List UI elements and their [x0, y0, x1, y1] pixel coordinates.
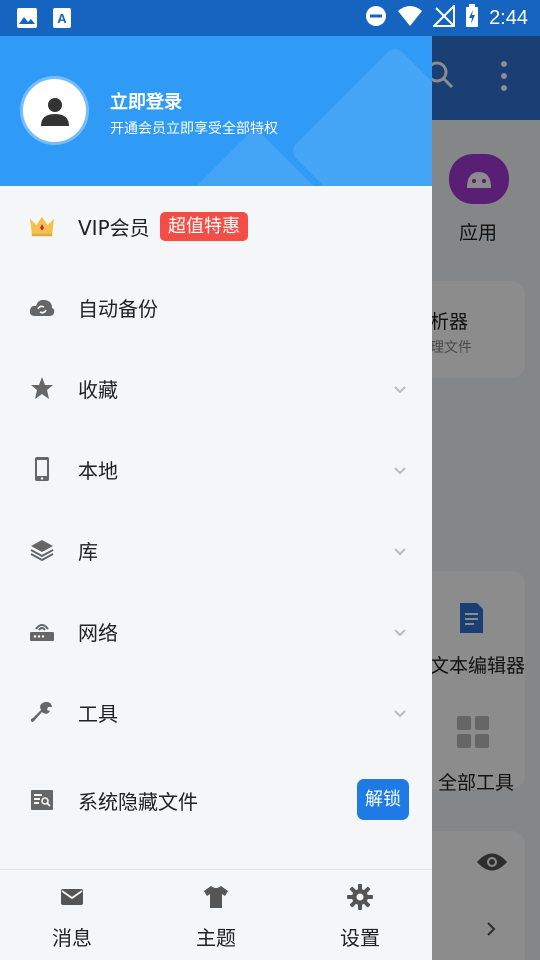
menu-item-favorites[interactable]: 收藏: [0, 348, 432, 429]
router-icon: [29, 618, 55, 644]
tab-label-themes: 主题: [196, 926, 236, 950]
avatar[interactable]: [23, 79, 86, 142]
tab-messages[interactable]: 消息: [0, 870, 144, 960]
layers-icon: [29, 537, 55, 563]
crown-icon: [29, 213, 55, 239]
unlock-button[interactable]: 解锁: [357, 779, 409, 820]
menu-item-vip[interactable]: VIP会员 超值特惠: [0, 186, 432, 267]
phone-icon: [29, 456, 55, 482]
battery-charging-icon: [465, 4, 479, 32]
status-bar: A 2:44: [0, 0, 540, 36]
chevron-down-icon[interactable]: [392, 381, 408, 397]
chevron-down-icon[interactable]: [392, 543, 408, 559]
menu-label-vip: VIP会员: [78, 216, 150, 240]
image-icon: [16, 7, 38, 33]
tab-themes[interactable]: 主题: [144, 870, 288, 960]
star-icon: [29, 375, 55, 401]
drawer-menu: VIP会员 超值特惠 自动备份 收藏 本地 库 网络 工具 系统隐藏文件: [0, 186, 432, 848]
svg-text:A: A: [57, 11, 67, 26]
tab-label-messages: 消息: [52, 926, 92, 950]
do-not-disturb-icon: [365, 5, 387, 31]
menu-label-hidden-files: 系统隐藏文件: [78, 790, 198, 814]
login-subtitle: 开通会员立即享受全部特权: [110, 121, 278, 137]
menu-item-network[interactable]: 网络: [0, 591, 432, 672]
menu-label-local: 本地: [78, 459, 118, 483]
menu-label-auto-backup: 自动备份: [78, 297, 158, 321]
chevron-down-icon[interactable]: [392, 705, 408, 721]
clock: 2:44: [489, 6, 528, 29]
chevron-down-icon[interactable]: [392, 462, 408, 478]
menu-label-favorites: 收藏: [78, 378, 118, 402]
text-app-icon: A: [52, 7, 72, 33]
header-decoration: [288, 44, 432, 186]
no-signal-icon: [431, 3, 456, 31]
hidden-file-icon: [29, 787, 55, 813]
menu-label-library: 库: [78, 540, 98, 564]
login-title[interactable]: 立即登录: [110, 88, 182, 114]
user-icon: [40, 97, 69, 126]
navigation-drawer: 立即登录 开通会员立即享受全部特权 VIP会员 超值特惠 自动备份 收藏 本地 …: [0, 36, 432, 960]
tab-settings[interactable]: 设置: [288, 870, 432, 960]
menu-item-tools[interactable]: 工具: [0, 672, 432, 753]
wrench-icon: [29, 699, 55, 725]
menu-label-network: 网络: [78, 621, 118, 645]
shirt-icon: [203, 884, 229, 910]
mail-icon: [59, 884, 85, 910]
drawer-header[interactable]: 立即登录 开通会员立即享受全部特权: [0, 36, 432, 186]
menu-item-local[interactable]: 本地: [0, 429, 432, 510]
gear-icon: [347, 884, 373, 910]
menu-label-tools: 工具: [78, 702, 118, 726]
vip-promo-badge: 超值特惠: [160, 212, 248, 241]
drawer-bottom-bar: 消息 主题 设置: [0, 869, 432, 960]
menu-item-library[interactable]: 库: [0, 510, 432, 591]
tab-label-settings: 设置: [340, 926, 380, 950]
cloud-sync-icon: [29, 294, 55, 320]
wifi-icon: [397, 5, 423, 31]
chevron-down-icon[interactable]: [392, 624, 408, 640]
menu-item-auto-backup[interactable]: 自动备份: [0, 267, 432, 348]
